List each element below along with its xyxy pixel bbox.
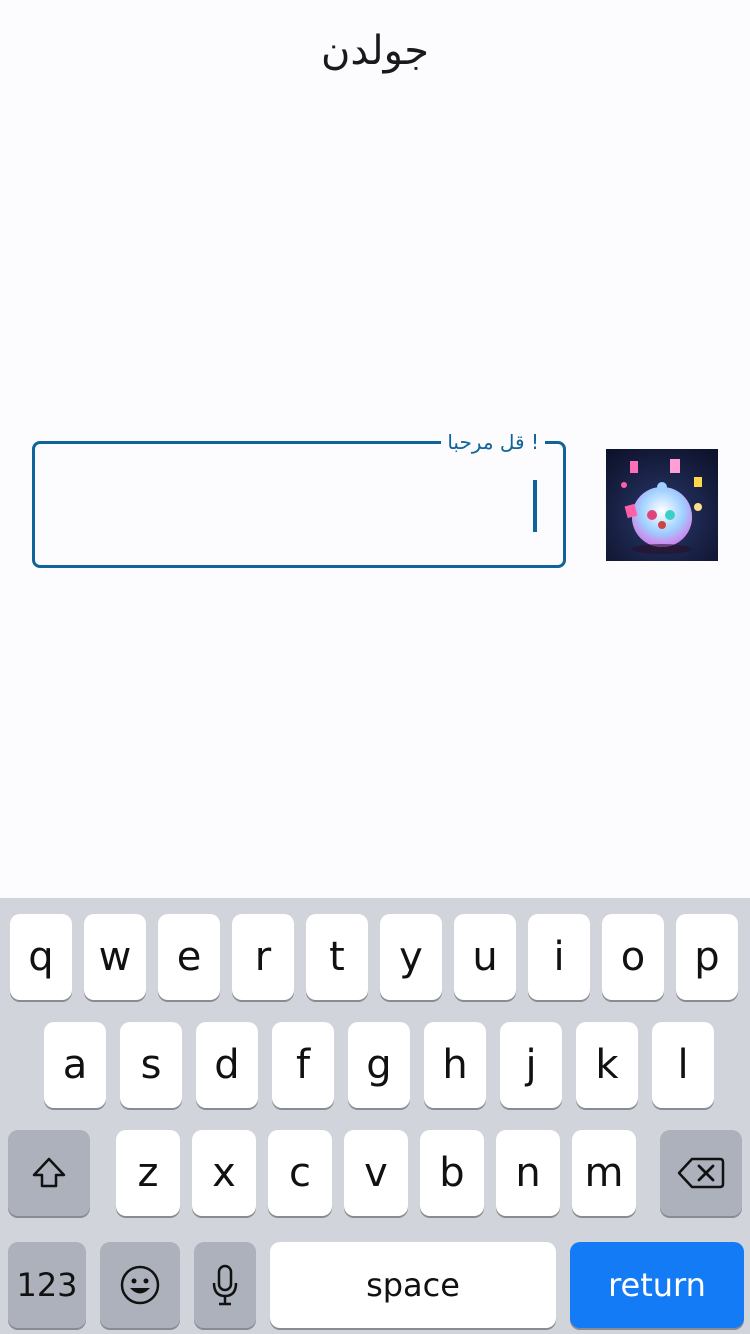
key-i[interactable]: i — [528, 914, 590, 1000]
key-z[interactable]: z — [116, 1130, 180, 1216]
key-b[interactable]: b — [420, 1130, 484, 1216]
backspace-icon — [677, 1157, 725, 1189]
space-key[interactable]: space — [270, 1242, 556, 1328]
return-key[interactable]: return — [570, 1242, 744, 1328]
key-q[interactable]: q — [10, 914, 72, 1000]
key-e[interactable]: e — [158, 914, 220, 1000]
avatar-image — [621, 459, 702, 554]
avatar — [606, 449, 718, 561]
key-t[interactable]: t — [306, 914, 368, 1000]
key-o[interactable]: o — [602, 914, 664, 1000]
key-y[interactable]: y — [380, 914, 442, 1000]
keyboard-row-3: z x c v b n m — [0, 1130, 750, 1218]
backspace-key[interactable] — [660, 1130, 742, 1216]
key-k[interactable]: k — [576, 1022, 638, 1108]
key-g[interactable]: g — [348, 1022, 410, 1108]
key-l[interactable]: l — [652, 1022, 714, 1108]
key-j[interactable]: j — [500, 1022, 562, 1108]
message-input[interactable] — [35, 444, 563, 565]
key-c[interactable]: c — [268, 1130, 332, 1216]
keyboard-row-4: 123 space return — [0, 1242, 750, 1330]
key-n[interactable]: n — [496, 1130, 560, 1216]
key-v[interactable]: v — [344, 1130, 408, 1216]
key-w[interactable]: w — [84, 914, 146, 1000]
shift-icon — [32, 1157, 66, 1188]
key-p[interactable]: p — [676, 914, 738, 1000]
message-input-container[interactable]: ! قل مرحبا — [32, 430, 566, 568]
key-x[interactable]: x — [192, 1130, 256, 1216]
key-h[interactable]: h — [424, 1022, 486, 1108]
emoji-key[interactable] — [100, 1242, 180, 1328]
page-title: جولدن — [321, 28, 429, 74]
key-a[interactable]: a — [44, 1022, 106, 1108]
key-s[interactable]: s — [120, 1022, 182, 1108]
key-d[interactable]: d — [196, 1022, 258, 1108]
keyboard-row-1: q w e r t y u i o p — [0, 914, 750, 1002]
key-r[interactable]: r — [232, 914, 294, 1000]
emoji-icon — [120, 1265, 160, 1305]
text-caret — [533, 480, 537, 532]
keyboard-row-2: a s d f g h j k l — [0, 1022, 750, 1110]
shift-key[interactable] — [8, 1130, 90, 1216]
microphone-key[interactable] — [194, 1242, 256, 1328]
keyboard: q w e r t y u i o p a s d f g h j k l z … — [0, 898, 750, 1334]
microphone-icon — [212, 1264, 238, 1306]
key-m[interactable]: m — [572, 1130, 636, 1216]
key-f[interactable]: f — [272, 1022, 334, 1108]
key-u[interactable]: u — [454, 914, 516, 1000]
numbers-key[interactable]: 123 — [8, 1242, 86, 1328]
